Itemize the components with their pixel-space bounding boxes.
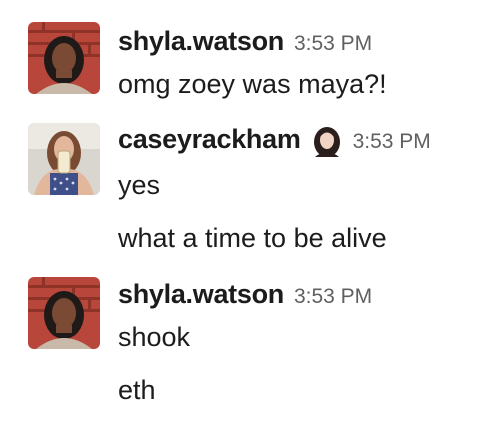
status-portrait-emoji-icon xyxy=(310,125,343,157)
user-avatar[interactable] xyxy=(28,22,100,94)
author-name[interactable]: shyla.watson xyxy=(118,26,284,57)
message-text: shook xyxy=(118,322,191,352)
message-text: what a time to be alive xyxy=(118,223,387,253)
message-text: omg zoey was maya?! xyxy=(118,69,387,99)
author-name[interactable]: shyla.watson xyxy=(118,279,284,310)
message-list: shyla.watson 3:53 PM omg zoey was maya?!… xyxy=(0,0,496,424)
message-header: shyla.watson 3:53 PM xyxy=(118,279,372,313)
message-timestamp[interactable]: 3:53 PM xyxy=(353,130,431,154)
message-timestamp[interactable]: 3:53 PM xyxy=(294,285,372,309)
message-text: eth xyxy=(118,375,156,405)
message-text: yes xyxy=(118,170,161,200)
user-avatar[interactable] xyxy=(28,123,100,195)
author-name[interactable]: caseyrackham xyxy=(118,124,301,155)
message-header: shyla.watson 3:53 PM xyxy=(118,26,372,60)
user-avatar[interactable] xyxy=(28,277,100,349)
message-header: caseyrackham 3:53 PM xyxy=(118,124,431,158)
message-timestamp[interactable]: 3:53 PM xyxy=(294,32,372,56)
